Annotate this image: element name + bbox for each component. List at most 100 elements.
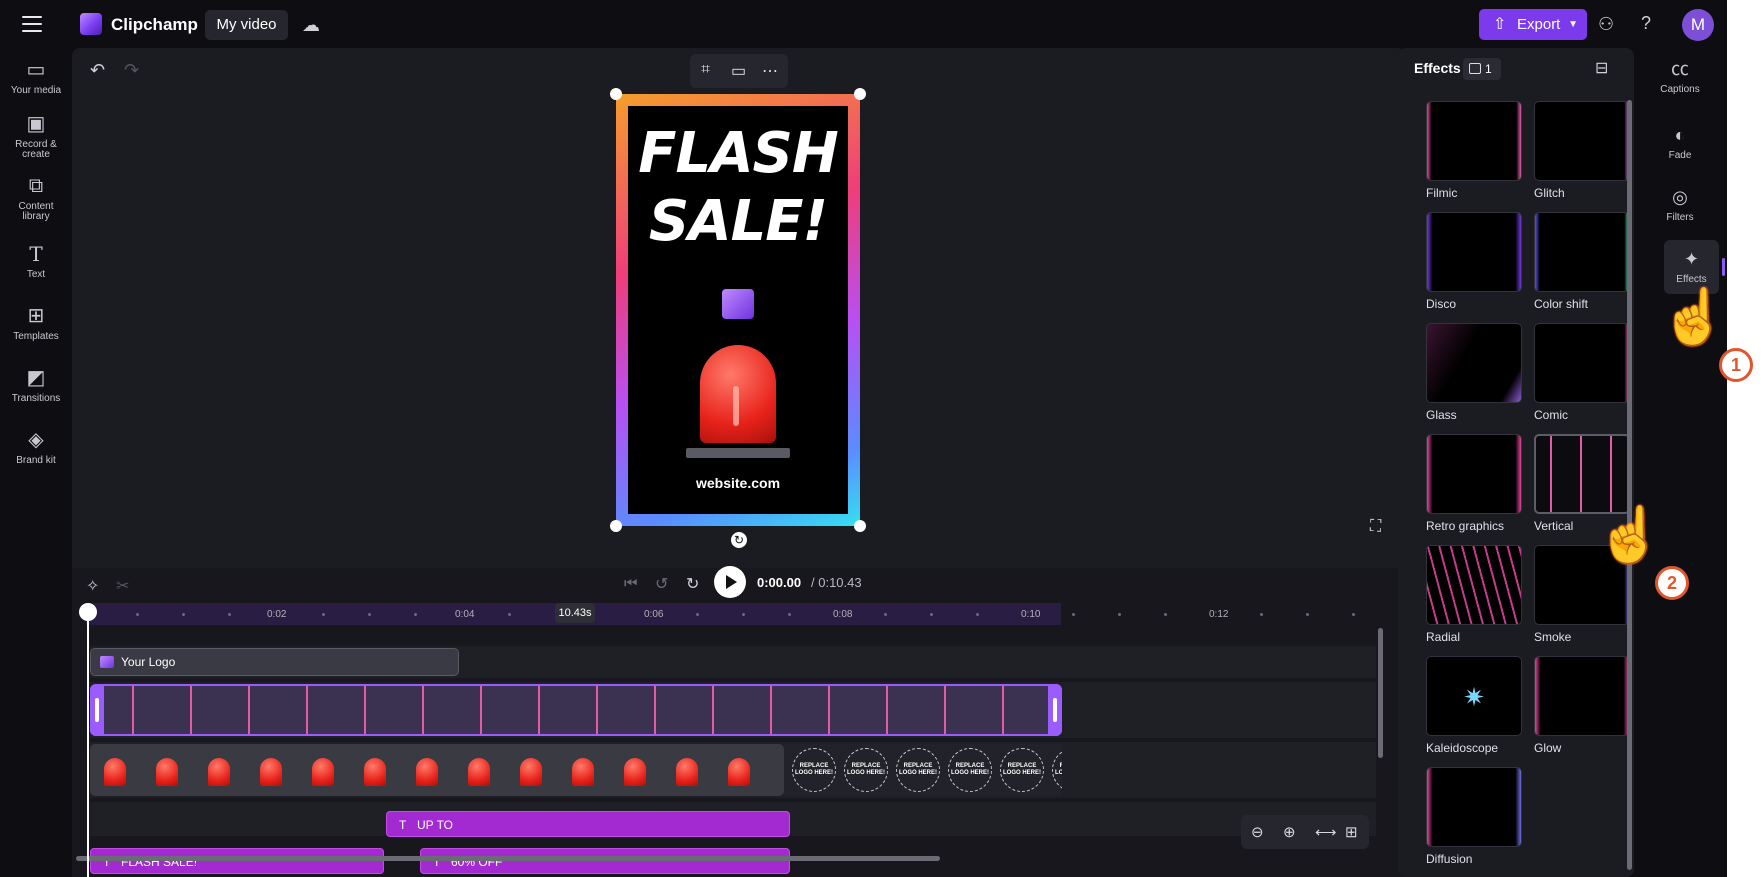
resize-handle[interactable] xyxy=(854,520,866,532)
replace-logo-badge: REPLACE LOGO HERE! xyxy=(1000,748,1044,792)
help-icon[interactable]: ? xyxy=(1641,13,1651,34)
crop-icon[interactable]: ⌗ xyxy=(701,61,710,79)
selected-count-badge: 1 xyxy=(1463,58,1501,80)
rail-captions[interactable]: ㏄ Captions xyxy=(1644,58,1716,98)
zoom-in-icon[interactable]: ⊕ xyxy=(1283,823,1296,841)
clip-trim-handle-right[interactable] xyxy=(1048,684,1062,736)
rail-content-library[interactable]: ⧉ Content library xyxy=(0,174,72,222)
rail-templates[interactable]: ⊞ Templates xyxy=(0,304,72,342)
effect-retro-graphics[interactable] xyxy=(1426,434,1522,514)
tick-dot xyxy=(1072,613,1075,616)
resize-handle[interactable] xyxy=(854,88,866,100)
video-name-field[interactable]: My video xyxy=(205,10,288,40)
play-button[interactable] xyxy=(714,566,746,598)
effect-vertical[interactable] xyxy=(1534,434,1630,514)
text-clip-icon: T xyxy=(103,855,111,869)
total-time: / 0:10.43 xyxy=(811,575,862,590)
fullscreen-icon[interactable]: ⛶ xyxy=(1370,518,1381,536)
current-time: 0:00.00 xyxy=(757,575,802,590)
rail-label: Brand kit xyxy=(16,455,56,466)
clip-trim-handle-left[interactable] xyxy=(90,684,104,736)
active-rail-indicator xyxy=(1722,258,1725,276)
effect-radial[interactable] xyxy=(1426,545,1522,625)
export-button[interactable]: ⇧ Export ▼ xyxy=(1479,9,1587,40)
magic-wand-icon[interactable]: ✧ xyxy=(86,576,99,596)
forward-5s-icon[interactable]: ↻ xyxy=(686,574,699,594)
effects-panel-scrollbar[interactable] xyxy=(1627,100,1632,870)
resize-handle[interactable] xyxy=(610,88,622,100)
effect-filmic[interactable] xyxy=(1426,101,1522,181)
text-clip-flash-sale[interactable]: T FLASH SALE! xyxy=(90,848,384,874)
zoom-out-icon[interactable]: ⊖ xyxy=(1251,823,1264,841)
effect-label: Kaleidoscope xyxy=(1426,741,1499,755)
effect-label: Color shift xyxy=(1534,297,1589,311)
cloud-offline-icon[interactable]: ☁ xyxy=(302,15,320,36)
effect-glow[interactable] xyxy=(1534,656,1630,736)
playhead[interactable] xyxy=(87,610,89,877)
logo-clip[interactable]: Your Logo xyxy=(90,648,459,676)
rotate-handle-icon[interactable]: ↻ xyxy=(731,532,747,548)
brand-kit-icon: ◈ xyxy=(28,429,44,451)
vertical-effect-clip[interactable] xyxy=(90,684,1062,736)
timeline-horizontal-scrollbar[interactable] xyxy=(76,856,940,861)
tick-label: 0:02 xyxy=(267,609,287,620)
redo-icon[interactable]: ↷ xyxy=(124,60,139,81)
add-track-icon[interactable]: ⊞ xyxy=(1345,823,1358,841)
siren-thumb xyxy=(468,758,490,786)
rail-text[interactable]: T Text xyxy=(0,242,72,280)
effect-glass[interactable] xyxy=(1426,323,1522,403)
rail-filters[interactable]: ◎ Filters xyxy=(1644,186,1716,226)
share-users-icon[interactable]: ⚇ xyxy=(1598,14,1614,35)
effect-label: Filmic xyxy=(1426,186,1458,200)
siren-thumb xyxy=(312,758,334,786)
skip-to-start-icon[interactable]: ⏮ xyxy=(624,575,638,592)
clipchamp-logo-icon xyxy=(80,13,102,35)
tick-dot xyxy=(414,613,417,616)
effect-comic[interactable] xyxy=(1534,323,1630,403)
siren-thumb xyxy=(416,758,438,786)
text-clip-icon: T xyxy=(399,818,407,832)
resize-handle[interactable] xyxy=(610,520,622,532)
siren-thumb xyxy=(104,758,126,786)
collapse-panel-icon[interactable]: ⊟ xyxy=(1595,58,1608,78)
tick-dot xyxy=(1164,613,1167,616)
tick-dot xyxy=(1260,613,1263,616)
effect-glitch[interactable] xyxy=(1534,101,1630,181)
rewind-5s-icon[interactable]: ↺ xyxy=(655,574,668,594)
rail-your-media[interactable]: ▭ Your media xyxy=(0,58,72,96)
siren-thumb xyxy=(572,758,594,786)
siren-base xyxy=(686,448,790,458)
rail-record-create[interactable]: ▣ Record & create xyxy=(0,112,72,160)
effect-label: Radial xyxy=(1426,630,1461,644)
replace-logo-badge: REPLACE LOGO HERE! xyxy=(948,748,992,792)
tick-dot xyxy=(930,613,933,616)
timeline-cursor-time: 10.43s xyxy=(555,603,595,623)
avatar[interactable]: M xyxy=(1682,9,1714,41)
tick-dot xyxy=(182,613,185,616)
menu-icon[interactable] xyxy=(22,16,42,32)
effect-disco[interactable] xyxy=(1426,212,1522,292)
filters-icon: ◎ xyxy=(1672,187,1688,207)
pointer-hand-icon: ☝ xyxy=(1596,505,1664,565)
more-options-icon[interactable]: ⋯ xyxy=(762,61,778,81)
fit-timeline-icon[interactable]: ⟷ xyxy=(1315,823,1337,841)
replace-logo-badge: REPLACE LOGO HERE! xyxy=(844,748,888,792)
fit-icon[interactable]: ▭ xyxy=(731,61,746,81)
rail-brand-kit[interactable]: ◈ Brand kit xyxy=(0,428,72,466)
effect-color-shift[interactable] xyxy=(1534,212,1630,292)
text-clip-60-off[interactable]: T 60% OFF xyxy=(420,848,790,874)
text-clip-up-to[interactable]: T UP TO xyxy=(386,811,790,837)
timeline-vertical-scrollbar[interactable] xyxy=(1378,628,1383,758)
effect-kaleidoscope[interactable]: ✷ xyxy=(1426,656,1522,736)
effect-label: Retro graphics xyxy=(1426,519,1505,533)
camera-icon: ▣ xyxy=(26,113,46,135)
rail-transitions[interactable]: ◩ Transitions xyxy=(0,366,72,404)
effect-diffusion[interactable] xyxy=(1426,767,1522,847)
scissors-icon[interactable]: ✂ xyxy=(116,576,129,596)
tick-label: 0:08 xyxy=(833,609,853,620)
undo-icon[interactable]: ↶ xyxy=(90,60,105,81)
rail-fade[interactable]: ◐ Fade xyxy=(1644,124,1716,164)
siren-clip[interactable] xyxy=(90,744,784,796)
image-icon xyxy=(1469,63,1481,74)
replace-logo-clip[interactable]: REPLACE LOGO HERE! REPLACE LOGO HERE! RE… xyxy=(784,744,1062,796)
